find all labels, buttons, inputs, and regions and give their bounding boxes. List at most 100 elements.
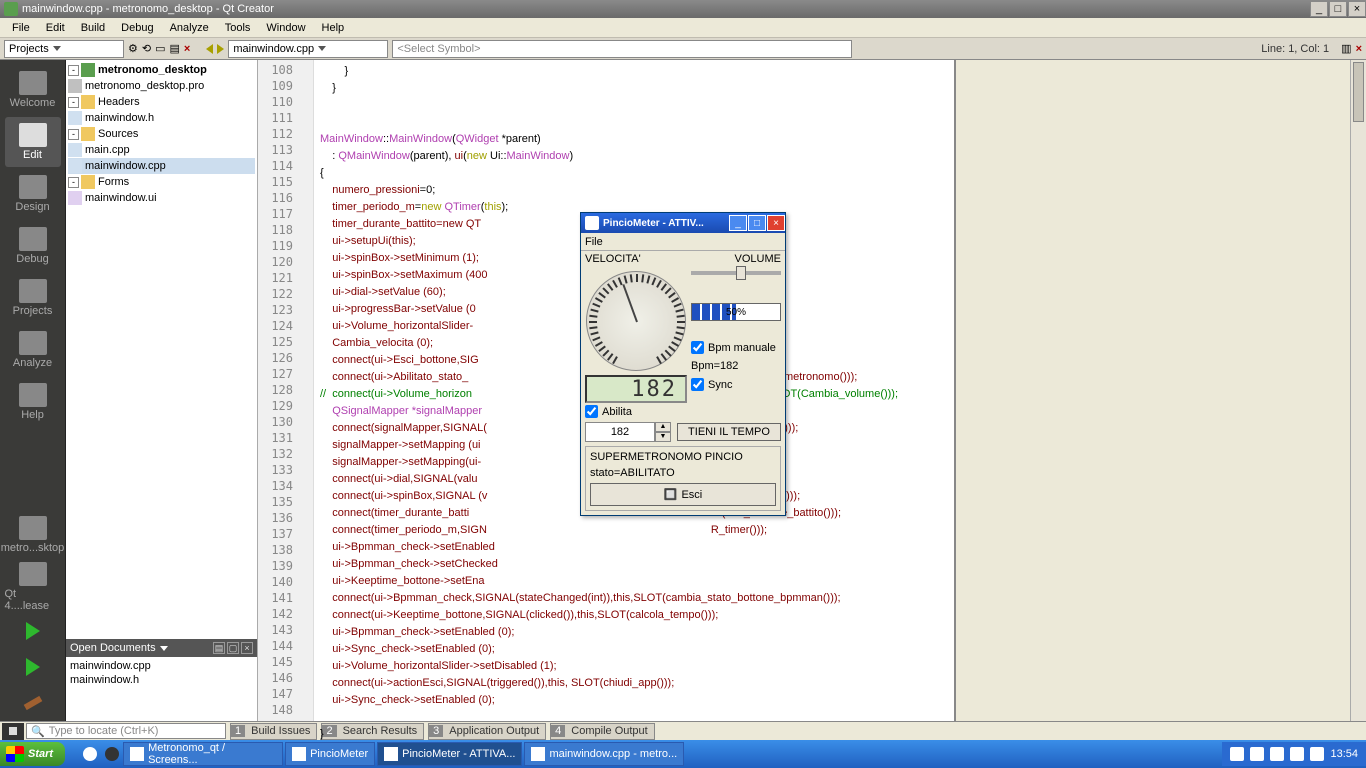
collapse-icon[interactable]: ▤ — [170, 42, 180, 55]
tab-build-issues[interactable]: 1Build Issues — [230, 723, 317, 740]
split-icon[interactable]: ▭ — [155, 42, 165, 55]
open-doc-item[interactable]: mainwindow.h — [68, 673, 255, 687]
mode-welcome[interactable]: Welcome — [5, 65, 61, 115]
run-debug-button[interactable] — [13, 653, 53, 681]
maximize-button[interactable]: □ — [1329, 1, 1347, 17]
close-doc-icon[interactable]: × — [184, 43, 190, 55]
bpm-spinbox[interactable]: ▲▼ — [585, 422, 671, 442]
expand-icon[interactable]: - — [68, 177, 79, 188]
build-button[interactable] — [13, 689, 53, 717]
expand-icon[interactable]: - — [68, 97, 79, 108]
menu-window[interactable]: Window — [258, 20, 313, 36]
tree-item[interactable]: mainwindow.cpp — [85, 160, 166, 172]
mode-design[interactable]: Design — [5, 169, 61, 219]
tree-item[interactable]: metronomo_desktop.pro — [85, 80, 204, 92]
close-button[interactable]: × — [1348, 1, 1366, 17]
slider-thumb[interactable] — [736, 266, 746, 280]
tab-search-results[interactable]: 2Search Results — [321, 723, 424, 740]
scrollbar-thumb[interactable] — [1353, 62, 1364, 122]
sync-checkbox[interactable]: Sync — [691, 378, 781, 391]
tray-icon[interactable] — [1270, 747, 1284, 761]
clock[interactable]: 13:54 — [1330, 748, 1358, 760]
nav-back-icon[interactable] — [206, 44, 213, 54]
tree-item[interactable]: Forms — [98, 176, 129, 188]
minimize-button[interactable]: _ — [1310, 1, 1328, 17]
esci-button[interactable]: 🔲Esci — [590, 483, 776, 506]
supermetronomo-label: SUPERMETRONOMO PINCIO — [590, 451, 776, 463]
open-doc-item[interactable]: mainwindow.cpp — [68, 659, 255, 673]
abilita-checkbox[interactable]: Abilita — [585, 405, 781, 418]
tray-icon[interactable] — [1230, 747, 1244, 761]
tree-item[interactable]: Headers — [98, 96, 140, 108]
menu-help[interactable]: Help — [314, 20, 353, 36]
app-icon — [384, 747, 398, 761]
dialog-maximize-button[interactable]: □ — [748, 215, 766, 231]
symbol-combo[interactable]: <Select Symbol> — [392, 40, 852, 58]
tree-item[interactable]: Sources — [98, 128, 138, 140]
code-editor[interactable]: 1081091101111121131141151161171181191201… — [258, 60, 1366, 721]
cpp-file-icon — [68, 143, 82, 157]
close-editor-icon[interactable]: × — [1356, 43, 1362, 55]
tieni-tempo-button[interactable]: TIENI IL TEMPO — [677, 423, 781, 441]
project-tree[interactable]: - metronomo_desktop metronomo_desktop.pro… — [66, 60, 257, 639]
float-icon[interactable]: ▢ — [227, 642, 239, 654]
output-toggle[interactable] — [2, 723, 24, 740]
dialog-titlebar[interactable]: PincioMeter - ATTIV... _ □ × — [581, 213, 785, 233]
file-combo[interactable]: mainwindow.cpp — [228, 40, 388, 58]
volume-slider[interactable] — [691, 271, 781, 275]
kit-selector-2[interactable]: Qt 4....lease — [5, 562, 61, 612]
quick-launch-icon[interactable] — [105, 747, 119, 761]
dialog-minimize-button[interactable]: _ — [729, 215, 747, 231]
sync-icon[interactable]: ⟲ — [142, 42, 151, 55]
taskbar-item[interactable]: Metronomo_qt / Screens... — [123, 742, 283, 766]
velocity-dial[interactable] — [586, 271, 686, 371]
tab-compile-output[interactable]: 4Compile Output — [550, 723, 655, 740]
open-documents-header[interactable]: Open Documents ▤ ▢ × — [66, 639, 257, 657]
tab-application-output[interactable]: 3Application Output — [428, 723, 546, 740]
mode-help[interactable]: Help — [5, 377, 61, 427]
menu-file[interactable]: File — [4, 20, 38, 36]
tree-item[interactable]: main.cpp — [85, 144, 130, 156]
menu-tools[interactable]: Tools — [217, 20, 259, 36]
locator-input[interactable]: 🔍Type to locate (Ctrl+K) — [26, 723, 226, 739]
tree-item[interactable]: mainwindow.ui — [85, 192, 157, 204]
nav-fwd-icon[interactable] — [217, 44, 224, 54]
dialog-close-button[interactable]: × — [767, 215, 785, 231]
tree-root[interactable]: metronomo_desktop — [98, 64, 207, 76]
taskbar-item-active[interactable]: PincioMeter - ATTIVA... — [377, 742, 522, 766]
menu-build[interactable]: Build — [73, 20, 113, 36]
velocita-label: VELOCITA' — [585, 253, 641, 265]
expand-icon[interactable]: - — [68, 65, 79, 76]
editor-toolbar: Projects ⚙ ⟲ ▭ ▤ × mainwindow.cpp <Selec… — [0, 38, 1366, 60]
kit-selector-1[interactable]: metro...sktop — [5, 510, 61, 560]
start-button[interactable]: Start — [0, 742, 65, 766]
open-documents-list[interactable]: mainwindow.cpp mainwindow.h — [66, 657, 257, 721]
tray-icon[interactable] — [1310, 747, 1324, 761]
mode-edit[interactable]: Edit — [5, 117, 61, 167]
mode-debug[interactable]: Debug — [5, 221, 61, 271]
quick-launch-icon[interactable] — [83, 747, 97, 761]
menu-analyze[interactable]: Analyze — [162, 20, 217, 36]
run-button[interactable] — [13, 617, 53, 645]
filter-icon[interactable]: ⚙ — [128, 42, 138, 55]
system-tray[interactable]: 13:54 — [1222, 742, 1366, 766]
split-icon[interactable]: ▤ — [213, 642, 225, 654]
spin-down-icon[interactable]: ▼ — [655, 432, 671, 442]
vertical-scrollbar[interactable] — [1350, 60, 1366, 721]
tree-item[interactable]: mainwindow.h — [85, 112, 154, 124]
spin-up-icon[interactable]: ▲ — [655, 422, 671, 432]
taskbar-item[interactable]: mainwindow.cpp - metro... — [524, 742, 684, 766]
mode-projects[interactable]: Projects — [5, 273, 61, 323]
split-editor-icon[interactable]: ▥ — [1341, 42, 1351, 55]
projects-combo[interactable]: Projects — [4, 40, 124, 58]
menu-edit[interactable]: Edit — [38, 20, 73, 36]
taskbar-item[interactable]: PincioMeter — [285, 742, 375, 766]
mode-analyze[interactable]: Analyze — [5, 325, 61, 375]
close-panel-icon[interactable]: × — [241, 642, 253, 654]
tray-icon[interactable] — [1290, 747, 1304, 761]
menu-debug[interactable]: Debug — [113, 20, 161, 36]
bpm-manual-checkbox[interactable]: Bpm manuale — [691, 341, 781, 354]
tray-icon[interactable] — [1250, 747, 1264, 761]
expand-icon[interactable]: - — [68, 129, 79, 140]
dialog-menu-file[interactable]: File — [585, 236, 603, 248]
